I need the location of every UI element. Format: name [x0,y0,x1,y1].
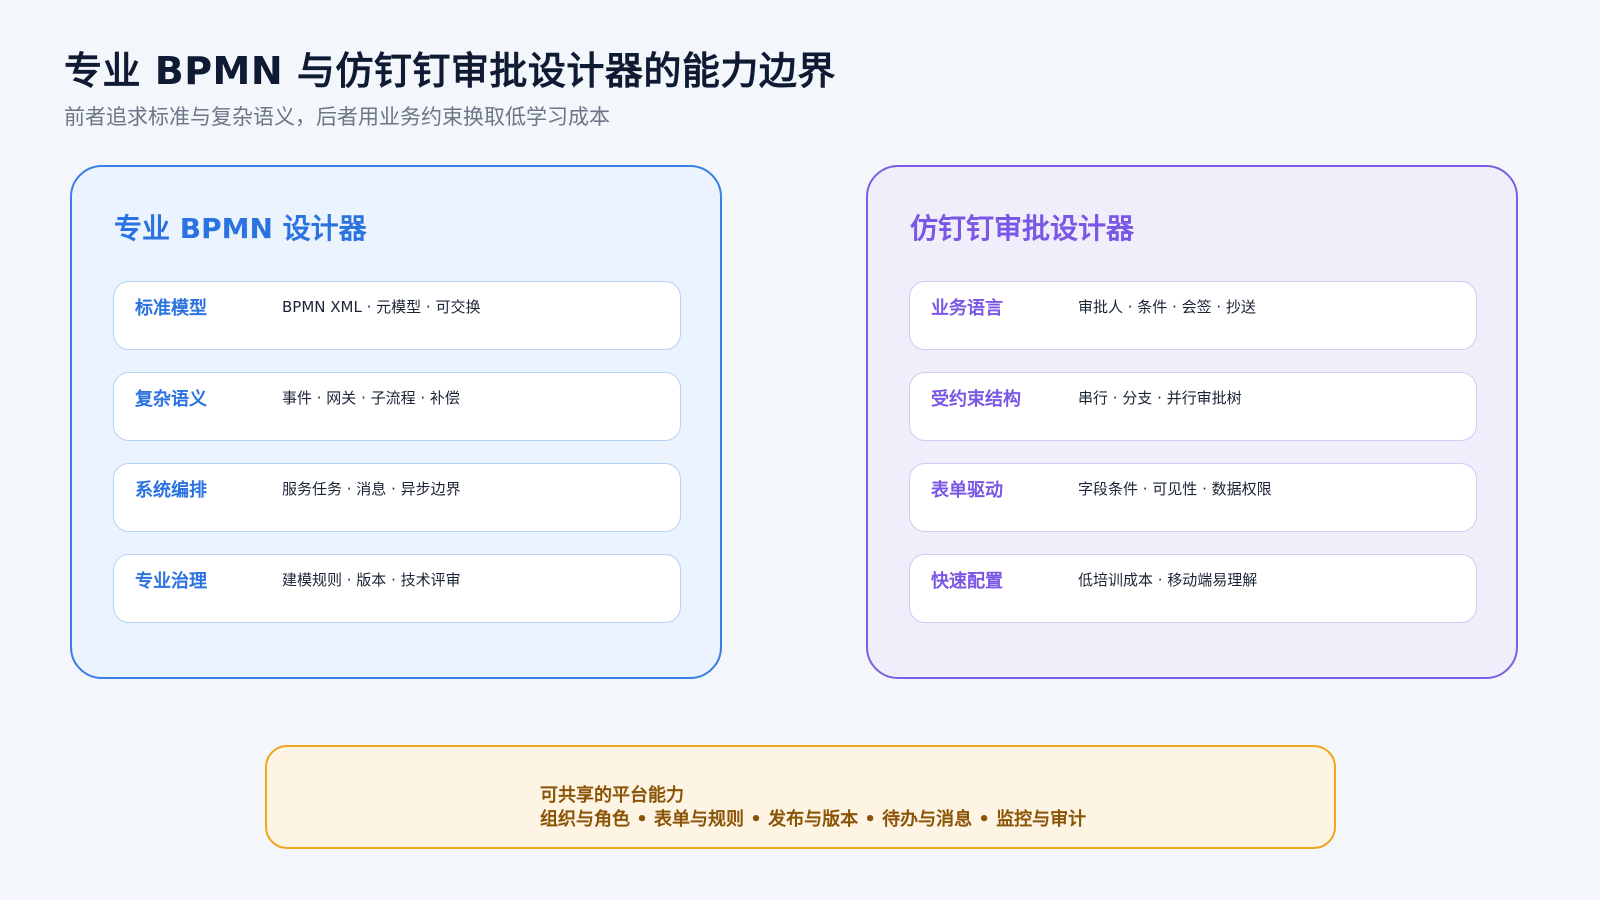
row-label: 系统编排 [135,480,207,501]
row-label: 复杂语义 [135,389,207,410]
row-desc: 串行 · 分支 · 并行审批树 [1078,389,1242,407]
dingtalk-designer-panel: 仿钉钉审批设计器 业务语言 审批人 · 条件 · 会签 · 抄送 受约束结构 串… [866,165,1518,679]
row-label: 专业治理 [135,571,207,592]
bpmn-row-governance: 专业治理 建模规则 · 版本 · 技术评审 [113,554,681,623]
page-subtitle: 前者追求标准与复杂语义，后者用业务约束换取低学习成本 [64,105,610,129]
bpmn-row-system-orchestration: 系统编排 服务任务 · 消息 · 异步边界 [113,463,681,532]
platform-items: 组织与角色 • 表单与规则 • 发布与版本 • 待办与消息 • 监控与审计 [540,809,1087,830]
row-desc: 服务任务 · 消息 · 异步边界 [282,480,461,498]
row-desc: 建模规则 · 版本 · 技术评审 [282,571,461,589]
row-desc: BPMN XML · 元模型 · 可交换 [282,298,481,316]
row-desc: 事件 · 网关 · 子流程 · 补偿 [282,389,460,407]
bpmn-designer-panel: 专业 BPMN 设计器 标准模型 BPMN XML · 元模型 · 可交换 复杂… [70,165,722,679]
row-label: 表单驱动 [931,480,1003,501]
dingtalk-row-constrained-structure: 受约束结构 串行 · 分支 · 并行审批树 [909,372,1477,441]
row-label: 业务语言 [931,298,1003,319]
bpmn-panel-title: 专业 BPMN 设计器 [114,212,367,245]
row-label: 快速配置 [931,571,1003,592]
row-desc: 审批人 · 条件 · 会签 · 抄送 [1078,298,1256,316]
shared-platform-box: 可共享的平台能力 组织与角色 • 表单与规则 • 发布与版本 • 待办与消息 •… [265,745,1336,849]
platform-title: 可共享的平台能力 [540,785,684,806]
row-label: 标准模型 [135,298,207,319]
bpmn-row-complex-semantics: 复杂语义 事件 · 网关 · 子流程 · 补偿 [113,372,681,441]
row-desc: 低培训成本 · 移动端易理解 [1078,571,1258,589]
dingtalk-row-quick-config: 快速配置 低培训成本 · 移动端易理解 [909,554,1477,623]
row-label: 受约束结构 [931,389,1021,410]
dingtalk-row-business-language: 业务语言 审批人 · 条件 · 会签 · 抄送 [909,281,1477,350]
row-desc: 字段条件 · 可见性 · 数据权限 [1078,480,1272,498]
page-title: 专业 BPMN 与仿钉钉审批设计器的能力边界 [64,49,836,93]
dingtalk-panel-title: 仿钉钉审批设计器 [910,212,1135,245]
dingtalk-row-form-driven: 表单驱动 字段条件 · 可见性 · 数据权限 [909,463,1477,532]
bpmn-row-standard-model: 标准模型 BPMN XML · 元模型 · 可交换 [113,281,681,350]
